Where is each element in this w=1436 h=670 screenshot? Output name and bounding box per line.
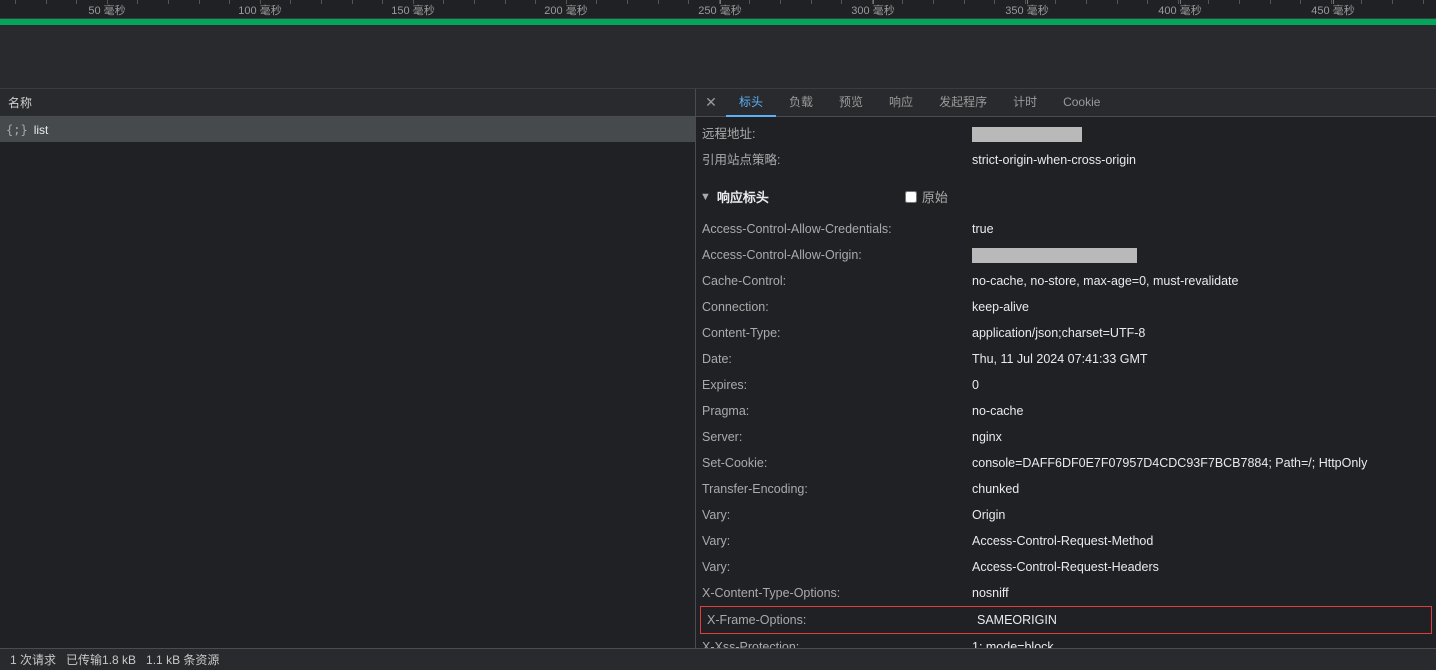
header-key: Pragma: — [702, 402, 972, 420]
header-row: X-Frame-Options:SAMEORIGIN — [701, 607, 1431, 633]
tab-cookies[interactable]: Cookie — [1050, 89, 1113, 117]
header-row: Connection:keep-alive — [696, 294, 1436, 320]
header-value: Access-Control-Request-Method — [972, 532, 1153, 550]
header-value: Access-Control-Request-Headers — [972, 558, 1159, 576]
header-value: console=DAFF6DF0E7F07957D4CDC93F7BCB7884… — [972, 454, 1367, 472]
chevron-down-icon: ▼ — [700, 191, 711, 203]
header-value: nginx — [972, 428, 1002, 446]
header-row: Expires:0 — [696, 372, 1436, 398]
header-value: Thu, 11 Jul 2024 07:41:33 GMT — [972, 350, 1148, 368]
header-key: Vary: — [702, 506, 972, 524]
status-requests: 1 次请求 — [10, 651, 56, 668]
header-key: X-Xss-Protection: — [702, 638, 972, 648]
tab-headers[interactable]: 标头 — [726, 89, 776, 117]
request-row[interactable]: {;} list — [0, 117, 695, 142]
header-key: Expires: — [702, 376, 972, 394]
tab-payload[interactable]: 负载 — [776, 89, 826, 117]
header-row: Vary:Access-Control-Request-Headers — [696, 554, 1436, 580]
header-value: true — [972, 220, 994, 238]
header-row: Cache-Control:no-cache, no-store, max-ag… — [696, 268, 1436, 294]
response-headers-section[interactable]: ▼ 响应标头 原始 — [696, 183, 1436, 210]
header-key: Access-Control-Allow-Credentials: — [702, 220, 972, 238]
header-value: no-cache, no-store, max-age=0, must-reva… — [972, 272, 1238, 290]
header-value: application/json;charset=UTF-8 — [972, 324, 1145, 342]
status-transferred: 已传输1.8 kB — [66, 651, 136, 668]
header-key: Date: — [702, 350, 972, 368]
header-row: X-Content-Type-Options:nosniff — [696, 580, 1436, 606]
header-key: Cache-Control: — [702, 272, 972, 290]
raw-checkbox-input[interactable] — [905, 191, 917, 203]
ruler-mark: 200 毫秒 — [566, 0, 609, 18]
header-row: Vary:Access-Control-Request-Method — [696, 528, 1436, 554]
header-key: Content-Type: — [702, 324, 972, 342]
json-icon: {;} — [6, 123, 28, 137]
header-value: no-cache — [972, 402, 1023, 420]
tab-timing[interactable]: 计时 — [1000, 89, 1050, 117]
header-row: Access-Control-Allow-Credentials:true — [696, 216, 1436, 242]
ruler-mark: 150 毫秒 — [413, 0, 456, 18]
header-row: Pragma:no-cache — [696, 398, 1436, 424]
redacted-value — [972, 248, 1137, 263]
header-key: Vary: — [702, 558, 972, 576]
timeline-overview[interactable] — [0, 19, 1436, 89]
column-header-name: 名称 — [8, 94, 32, 111]
tab-initiator[interactable]: 发起程序 — [926, 89, 1000, 117]
ruler-mark: 450 毫秒 — [1333, 0, 1376, 18]
highlighted-header: X-Frame-Options:SAMEORIGIN — [700, 606, 1432, 634]
header-row: Vary:Origin — [696, 502, 1436, 528]
header-value: 1; mode=block — [972, 638, 1054, 648]
general-referrer-policy: 引用站点策略: strict-origin-when-cross-origin — [696, 147, 1436, 173]
request-list-pane: 名称 {;} list — [0, 89, 696, 648]
status-bar: 1 次请求 已传输1.8 kB 1.1 kB 条资源 — [0, 648, 1436, 670]
header-row: Date:Thu, 11 Jul 2024 07:41:33 GMT — [696, 346, 1436, 372]
close-icon[interactable]: ✕ — [696, 89, 726, 117]
header-key: X-Content-Type-Options: — [702, 584, 972, 602]
header-key: Access-Control-Allow-Origin: — [702, 246, 972, 264]
status-resources: 1.1 kB 条资源 — [146, 651, 219, 668]
header-value: nosniff — [972, 584, 1009, 602]
general-remote-addr: 远程地址: — [696, 121, 1436, 147]
header-value: Origin — [972, 506, 1005, 524]
header-row: X-Xss-Protection:1; mode=block — [696, 634, 1436, 648]
header-value: SAMEORIGIN — [977, 611, 1057, 629]
header-key: X-Frame-Options: — [707, 611, 977, 629]
header-value: chunked — [972, 480, 1019, 498]
request-name: list — [34, 123, 49, 137]
raw-checkbox[interactable]: 原始 — [905, 187, 948, 206]
header-value — [972, 246, 1137, 264]
detail-pane: ✕ 标头 负载 预览 响应 发起程序 计时 Cookie 远程地址: 引用站点策… — [696, 89, 1436, 648]
header-row: Set-Cookie:console=DAFF6DF0E7F07957D4CDC… — [696, 450, 1436, 476]
header-row: Server:nginx — [696, 424, 1436, 450]
timeline-activity-bar — [0, 19, 1436, 25]
header-value: 0 — [972, 376, 979, 394]
detail-tabs: ✕ 标头 负载 预览 响应 发起程序 计时 Cookie — [696, 89, 1436, 117]
header-row: Content-Type:application/json;charset=UT… — [696, 320, 1436, 346]
ruler-mark: 250 毫秒 — [720, 0, 763, 18]
header-key: Vary: — [702, 532, 972, 550]
ruler-mark: 300 毫秒 — [873, 0, 916, 18]
ruler-mark: 400 毫秒 — [1180, 0, 1223, 18]
ruler-mark: 350 毫秒 — [1027, 0, 1070, 18]
header-row: Access-Control-Allow-Origin: — [696, 242, 1436, 268]
timeline-ruler[interactable]: 50 毫秒 100 毫秒 150 毫秒 200 毫秒 250 毫秒 300 毫秒 350 毫… — [0, 0, 1436, 19]
tab-preview[interactable]: 预览 — [826, 89, 876, 117]
header-row: Transfer-Encoding:chunked — [696, 476, 1436, 502]
header-value: keep-alive — [972, 298, 1029, 316]
header-key: Server: — [702, 428, 972, 446]
tab-response[interactable]: 响应 — [876, 89, 926, 117]
redacted-value — [972, 127, 1082, 142]
header-key: Transfer-Encoding: — [702, 480, 972, 498]
ruler-mark: 100 毫秒 — [260, 0, 303, 18]
ruler-mark: 50 毫秒 — [107, 0, 144, 18]
request-list-header[interactable]: 名称 — [0, 89, 695, 117]
detail-body[interactable]: 远程地址: 引用站点策略: strict-origin-when-cross-o… — [696, 117, 1436, 648]
header-key: Set-Cookie: — [702, 454, 972, 472]
header-key: Connection: — [702, 298, 972, 316]
